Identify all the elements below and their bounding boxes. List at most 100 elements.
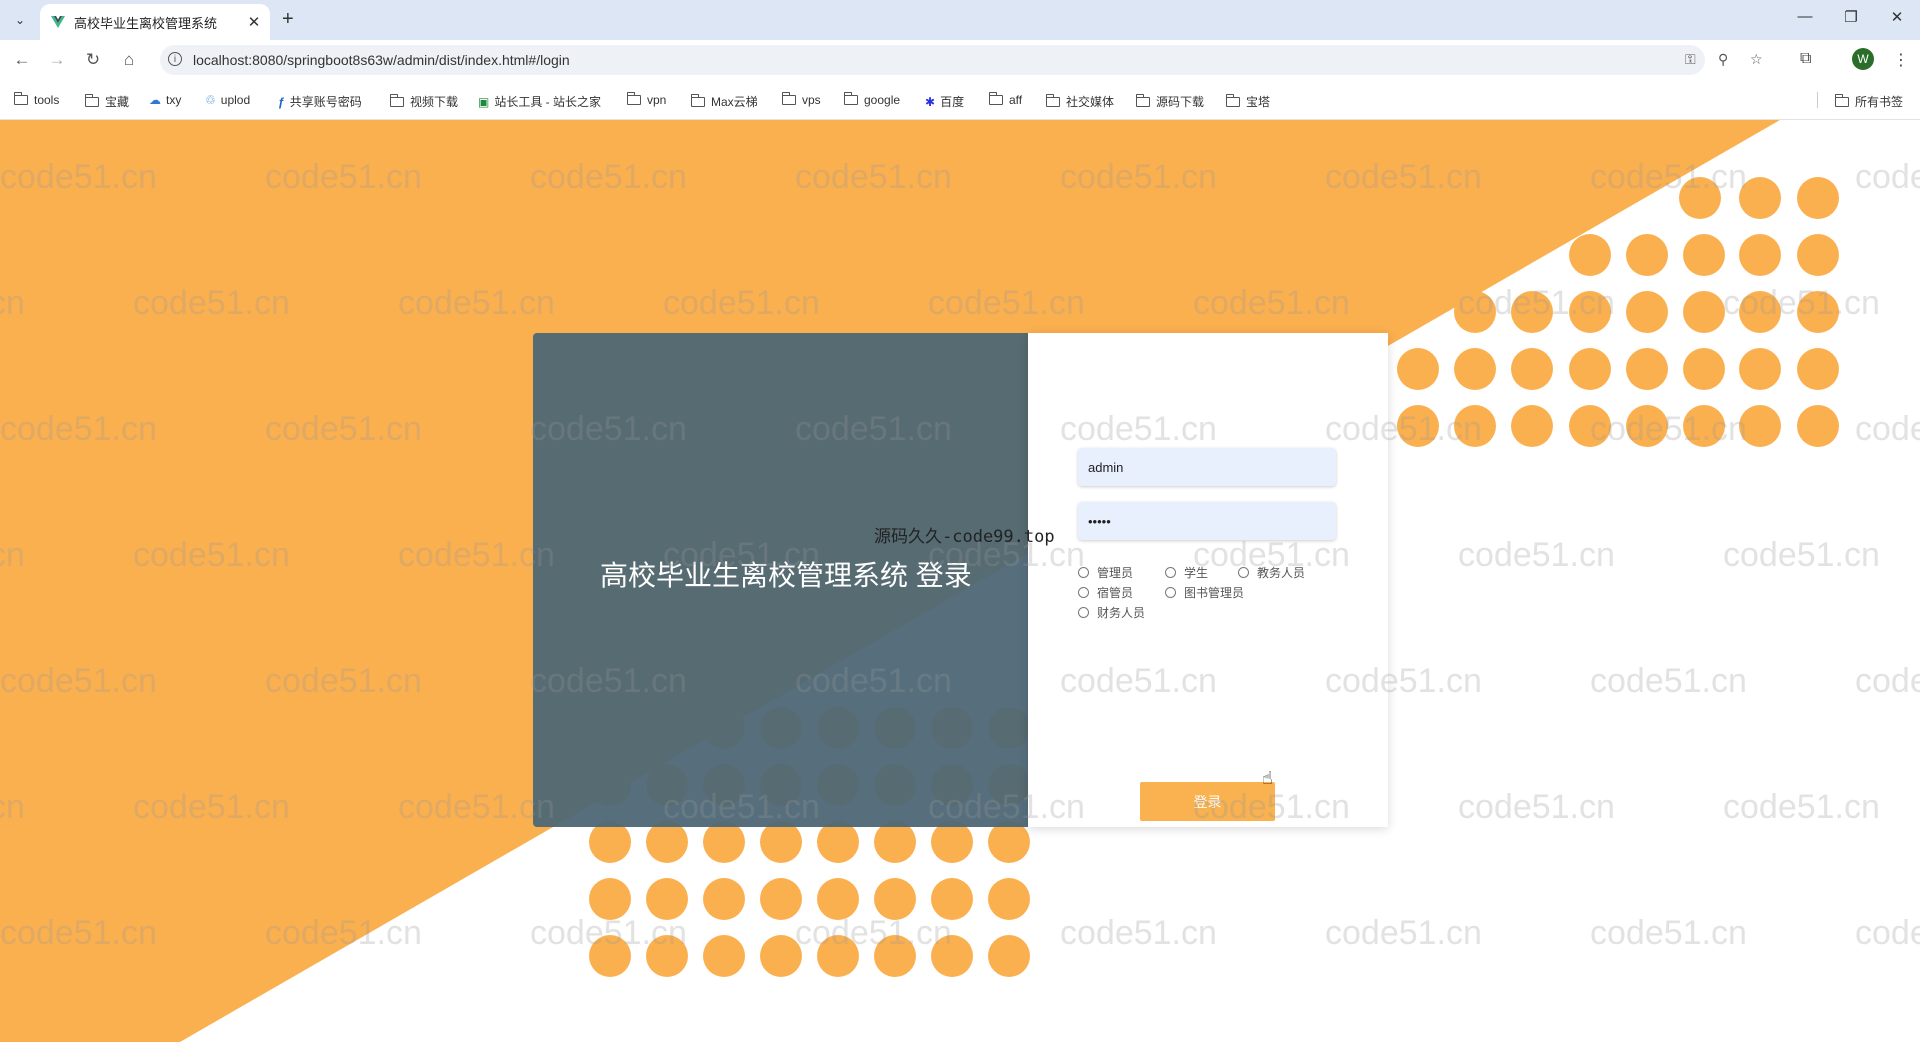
radio-circle-icon[interactable] (1078, 567, 1089, 578)
decor-dot (1739, 405, 1781, 447)
login-button[interactable]: 登录 (1140, 782, 1275, 821)
restore-button[interactable]: ❐ (1836, 8, 1866, 26)
decor-dot (1797, 405, 1839, 447)
close-window-button[interactable]: ✕ (1882, 8, 1912, 26)
bookmark-uplod[interactable]: ♲ uplod (205, 93, 250, 107)
bookmark-google[interactable]: google (843, 92, 900, 107)
role-radio-dorm-manager[interactable]: 宿管员 (1078, 584, 1133, 601)
zoom-icon[interactable]: ⚲ (1718, 51, 1728, 68)
site-info-icon[interactable]: i (168, 52, 182, 66)
folder-icon (843, 92, 858, 105)
password-input[interactable] (1078, 502, 1336, 540)
password-key-icon[interactable]: ⚿ (1685, 51, 1696, 68)
role-radio-student[interactable]: 学生 (1165, 564, 1208, 581)
decor-dot (931, 821, 973, 863)
decor-dot (1683, 291, 1725, 333)
role-radio-librarian[interactable]: 图书管理员 (1165, 584, 1244, 601)
decor-dot (1511, 405, 1553, 447)
address-bar[interactable]: i localhost:8080/springboot8s63w/admin/d… (160, 45, 1763, 75)
bookmark-max-ladder[interactable]: Max云梯 (690, 93, 758, 110)
bookmark-webmaster-tools[interactable]: ▣ 站长工具 - 站长之家 (478, 93, 601, 110)
role-radio-finance-staff[interactable]: 财务人员 (1078, 604, 1145, 621)
decor-dot (1397, 405, 1439, 447)
tab-close-icon[interactable]: ✕ (244, 13, 264, 31)
role-radio-academic-staff[interactable]: 教务人员 (1238, 564, 1305, 581)
bookmark-treasure[interactable]: 宝藏 (84, 93, 129, 110)
bookmark-vpn[interactable]: vpn (626, 92, 666, 107)
bookmark-source-download[interactable]: 源码下载 (1135, 93, 1204, 110)
decor-dot (1626, 234, 1668, 276)
profile-avatar[interactable]: W (1852, 48, 1874, 70)
bookmark-txy[interactable]: ☁ txy (149, 93, 181, 107)
bookmark-tools[interactable]: tools (13, 92, 59, 107)
role-radio-admin[interactable]: 管理员 (1078, 564, 1133, 581)
decor-dot (988, 878, 1030, 920)
back-arrow-icon[interactable]: ← (11, 50, 33, 70)
baidu-icon: ✱ (925, 94, 936, 109)
decor-dot (1797, 291, 1839, 333)
decor-dot (1739, 177, 1781, 219)
radio-circle-icon[interactable] (1165, 567, 1176, 578)
tab-list-chevron-icon[interactable]: ⌄ (10, 10, 30, 30)
decor-dot (1397, 348, 1439, 390)
decor-dot (817, 935, 859, 977)
folder-icon (84, 93, 99, 107)
browser-tab-strip: ⌄ 高校毕业生离校管理系统 ✕ + — ❐ ✕ (0, 0, 1920, 40)
reload-icon[interactable]: ↻ (82, 50, 104, 70)
home-icon[interactable]: ⌂ (118, 50, 140, 70)
decor-dot (1569, 234, 1611, 276)
folder-icon (13, 92, 28, 105)
decor-dot (1569, 348, 1611, 390)
decor-dot (988, 821, 1030, 863)
decor-dot (1569, 405, 1611, 447)
bookmark-baidu[interactable]: ✱ 百度 (925, 93, 964, 110)
bookmark-vps[interactable]: vps (781, 92, 821, 107)
hand-cursor-icon: ☝ (1262, 768, 1273, 788)
cloud-icon: ☁ (149, 93, 161, 107)
login-form-panel: 管理员 学生 教务人员 宿管员 图书管理员 财务人员 登录 (1028, 333, 1388, 827)
decor-dot (1797, 234, 1839, 276)
radio-circle-icon[interactable] (1238, 567, 1249, 578)
decor-dot (646, 878, 688, 920)
radio-circle-icon[interactable] (1165, 587, 1176, 598)
folder-icon (1045, 93, 1060, 107)
extensions-puzzle-icon[interactable]: ⧉ (1800, 50, 1811, 68)
decor-dot (1679, 177, 1721, 219)
bookmark-shared-accounts[interactable]: ƒ 共享账号密码 (278, 93, 362, 110)
radio-circle-icon[interactable] (1078, 587, 1089, 598)
browser-menu-icon[interactable]: ⋮ (1893, 50, 1909, 70)
decor-dot (1739, 291, 1781, 333)
folder-icon (988, 92, 1003, 105)
username-input[interactable] (1078, 448, 1336, 486)
browser-tab-active[interactable]: 高校毕业生离校管理系统 ✕ (40, 4, 270, 40)
minimize-button[interactable]: — (1790, 8, 1820, 25)
decor-dot (760, 821, 802, 863)
decor-dot (1683, 234, 1725, 276)
folder-icon (389, 93, 404, 107)
app-icon: ƒ (278, 94, 285, 109)
folder-icon (1225, 93, 1240, 107)
forward-arrow-icon[interactable]: → (46, 50, 68, 70)
url-text[interactable]: localhost:8080/springboot8s63w/admin/dis… (193, 52, 570, 68)
decor-dot (1739, 234, 1781, 276)
bookmark-star-icon[interactable]: ☆ (1750, 51, 1763, 68)
decor-dot (1511, 291, 1553, 333)
decor-dot (1797, 177, 1839, 219)
decor-dot (1683, 405, 1725, 447)
radio-circle-icon[interactable] (1078, 607, 1089, 618)
decor-dot (703, 935, 745, 977)
decor-dot (1797, 348, 1839, 390)
new-tab-button[interactable]: + (282, 8, 294, 31)
decor-dot (817, 878, 859, 920)
bookmark-aff[interactable]: aff (988, 92, 1022, 107)
decor-dot (589, 935, 631, 977)
decor-dot (646, 935, 688, 977)
bookmark-all-bookmarks[interactable]: 所有书签 (1834, 93, 1903, 110)
folder-icon (1834, 93, 1849, 107)
bookmark-social-media[interactable]: 社交媒体 (1045, 93, 1114, 110)
folder-icon (1135, 93, 1150, 107)
decor-dot (589, 821, 631, 863)
decor-dot (874, 878, 916, 920)
bookmark-baota[interactable]: 宝塔 (1225, 93, 1270, 110)
bookmark-video-download[interactable]: 视频下载 (389, 93, 458, 110)
